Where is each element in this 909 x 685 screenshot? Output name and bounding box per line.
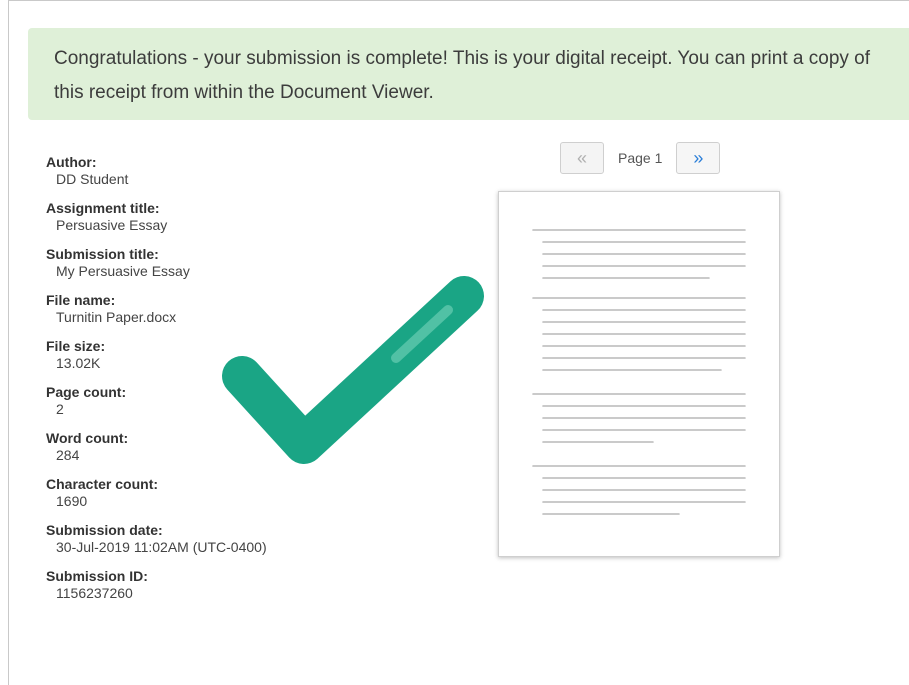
assignment-title-value: Persuasive Essay xyxy=(56,217,168,233)
submission-date-field: Submission date: 30-Jul-2019 11:02AM (UT… xyxy=(46,522,306,556)
document-pager: « Page 1 » xyxy=(560,142,721,174)
character-count-value: 1690 xyxy=(56,493,88,509)
document-text-lines xyxy=(532,229,746,515)
page-indicator: Page 1 xyxy=(618,150,663,166)
assignment-title-label: Assignment title: xyxy=(46,200,160,216)
double-chevron-left-icon: « xyxy=(576,147,587,168)
assignment-title-field: Assignment title: Persuasive Essay xyxy=(46,200,306,234)
submission-title-label: Submission title: xyxy=(46,246,159,262)
next-page-button[interactable]: » xyxy=(676,142,721,174)
author-field: Author: DD Student xyxy=(46,154,306,188)
submission-date-label: Submission date: xyxy=(46,522,163,538)
success-banner: Congratulations - your submission is com… xyxy=(28,28,909,120)
character-count-field: Character count: 1690 xyxy=(46,476,306,510)
submission-id-value: 1156237260 xyxy=(56,585,133,601)
checkmark-icon xyxy=(222,276,484,464)
success-message: Congratulations - your submission is com… xyxy=(54,48,871,103)
author-value: DD Student xyxy=(56,171,129,187)
submission-date-value: 30-Jul-2019 11:02AM (UTC-0400) xyxy=(56,539,267,555)
author-label: Author: xyxy=(46,154,97,170)
submission-id-field: Submission ID: 1156237260 xyxy=(46,568,306,602)
double-chevron-right-icon: » xyxy=(693,147,704,168)
previous-page-button[interactable]: « xyxy=(560,142,604,174)
document-page-preview[interactable] xyxy=(498,191,780,557)
character-count-label: Character count: xyxy=(46,476,159,492)
submission-id-label: Submission ID: xyxy=(46,568,148,584)
